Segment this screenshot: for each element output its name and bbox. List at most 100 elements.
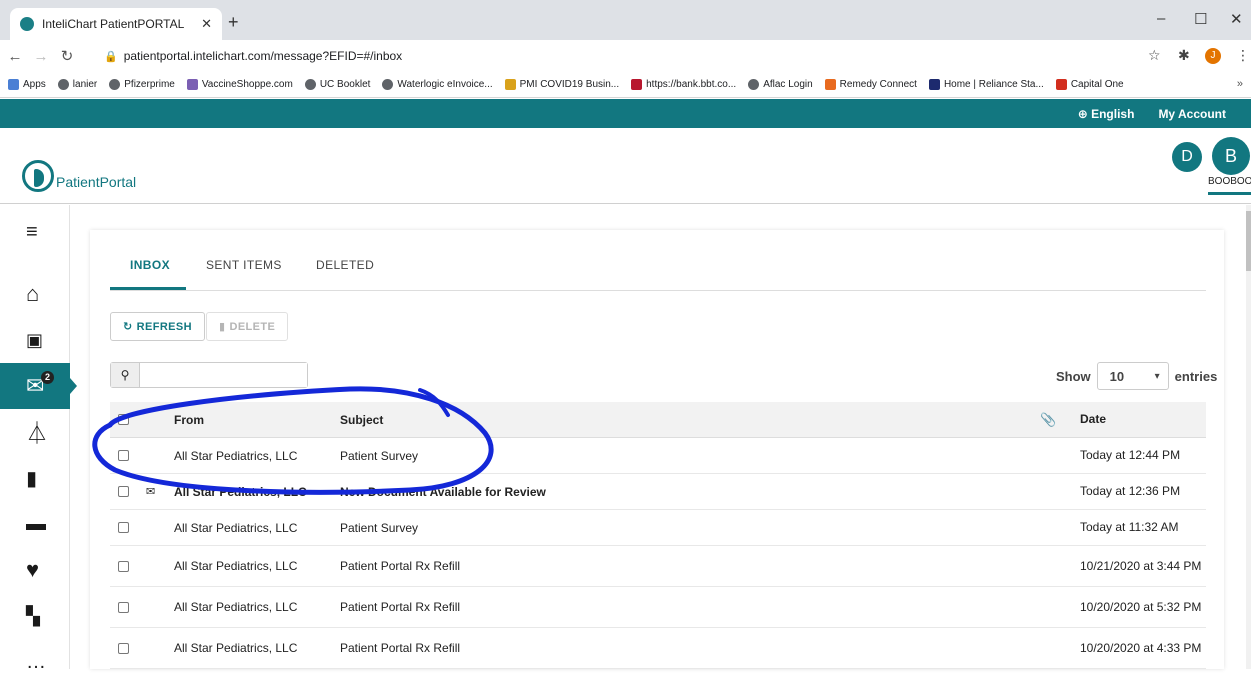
browser-tab[interactable]: InteliChart PatientPORTAL ✕ [10,8,222,40]
avatar-b[interactable]: B [1212,137,1250,175]
row-subject[interactable]: Patient Portal Rx Refill [340,600,460,614]
row-date: 10/20/2020 at 5:32 PM [1080,599,1202,614]
profile-avatar[interactable]: J [1205,48,1221,64]
hamburger-menu-icon[interactable]: ≡ [0,209,70,255]
document-icon[interactable]: ▮ [0,455,70,501]
lab-flask-icon[interactable]: ⏃ [0,409,70,455]
bookmark-bbt[interactable]: https://bank.bbt.co... [631,79,736,90]
tab-sent-items[interactable]: SENT ITEMS [206,258,282,272]
bookmark-vaccineshoppe[interactable]: VaccineShoppe.com [186,79,293,90]
close-tab-icon[interactable]: ✕ [201,16,212,32]
username-label[interactable]: BOOBOO [1208,176,1251,187]
row-checkbox[interactable] [118,486,129,497]
row-subject[interactable]: Patient Survey [340,521,418,535]
select-all-checkbox[interactable] [118,414,129,425]
extensions-icon[interactable]: ✱ [1178,47,1190,64]
row-checkbox[interactable] [118,560,129,572]
row-subject[interactable]: Patient Portal Rx Refill [340,641,460,655]
bookmark-lanier[interactable]: lanier [57,79,97,90]
messages-envelope-icon[interactable]: ✉ 2 [0,363,77,409]
row-checkbox[interactable] [118,522,129,533]
table-row[interactable]: All Star Pediatrics, LLC Patient Survey … [110,438,1206,474]
bookmark-pfizerprime[interactable]: Pfizerprime [109,79,175,90]
row-subject[interactable]: Patient Portal Rx Refill [340,559,460,573]
scrollbar-thumb[interactable] [1246,211,1251,271]
table-row[interactable]: All Star Pediatrics, LLC Patient Portal … [110,546,1206,587]
row-date: Today at 12:36 PM [1080,484,1181,498]
row-from: All Star Pediatrics, LLC [174,559,298,573]
browser-tab-title: InteliChart PatientPORTAL [42,17,185,31]
bookmark-apps[interactable]: Apps [8,79,46,90]
url-text: patientportal.intelichart.com/message?EF… [123,49,403,63]
bookmark-uc-booklet[interactable]: UC Booklet [304,79,370,90]
folder-icon[interactable]: ▬ [0,501,70,547]
bookmark-aflac[interactable]: Aflac Login [748,79,813,90]
row-checkbox[interactable] [118,450,129,461]
refresh-button[interactable]: ↻ REFRESH [110,312,205,341]
active-tab-indicator [110,287,186,290]
more-options-icon[interactable]: … [0,639,70,685]
avatar-d[interactable]: D [1172,142,1202,172]
book-icon[interactable]: ▚ [0,593,70,639]
row-date: Today at 11:32 AM [1080,520,1179,534]
search-input[interactable] [140,363,307,387]
url-field[interactable]: 🔒 patientportal.intelichart.com/message?… [104,45,402,67]
my-account-link[interactable]: My Account [1158,107,1226,121]
row-checkbox[interactable] [118,601,129,613]
row-from: All Star Pediatrics, LLC [174,448,298,463]
remedy-icon [824,79,836,90]
delete-button[interactable]: ▮ DELETE [206,312,289,341]
globe-icon [382,79,394,90]
row-from: All Star Pediatrics, LLC [174,600,298,614]
bookmark-waterlogic[interactable]: Waterlogic eInvoice... [382,79,493,90]
bookmark-capital-one[interactable]: Capital One [1055,79,1124,90]
row-from: All Star Pediatrics, LLC [174,520,298,535]
bookmark-pmi-covid[interactable]: PMI COVID19 Busin... [504,79,619,90]
back-icon[interactable]: ← [4,48,26,65]
entries-label: entries [1174,368,1218,384]
tab-inbox[interactable]: INBOX [130,258,170,272]
maximize-icon[interactable]: ☐ [1194,10,1207,28]
messages-table: From Subject 📎 Date All Star Pediatrics,… [110,402,1206,669]
column-subject[interactable]: Subject [340,413,383,427]
health-heart-icon[interactable]: ♥ [0,547,70,593]
portal-header: PatientPortal D B BOOBOO [0,128,1251,204]
intelichart-favicon-icon [20,17,34,31]
row-subject[interactable]: New Document Available for Review [340,485,546,499]
browser-menu-icon[interactable]: ⋮ [1236,47,1250,64]
row-subject[interactable]: Patient Survey [340,449,418,463]
reload-icon[interactable]: ↻ [56,47,78,65]
calendar-icon[interactable]: ▣ [0,317,70,363]
bookmark-remedy-connect[interactable]: Remedy Connect [824,79,917,90]
unread-envelope-icon: ✉ [146,486,156,498]
row-date: 10/21/2020 at 3:44 PM [1080,558,1202,573]
minimize-icon[interactable]: – [1157,10,1165,27]
bookmark-star-icon[interactable]: ☆ [1148,47,1161,64]
table-row[interactable]: All Star Pediatrics, LLC Patient Portal … [110,628,1206,669]
vaccineshoppe-icon [186,79,198,90]
window-close-icon[interactable]: ✕ [1230,10,1243,28]
patientportal-logo[interactable]: PatientPortal [22,160,136,192]
forward-icon[interactable]: → [30,48,52,65]
show-label: Show [1056,368,1091,384]
bookmark-reliance[interactable]: Home | Reliance Sta... [928,79,1044,90]
table-row[interactable]: ✉ All Star Pediatrics, LLC New Document … [110,474,1206,510]
table-header: From Subject 📎 Date [110,402,1206,438]
language-link[interactable]: ⊕ English [1078,107,1135,121]
column-from[interactable]: From [174,413,204,427]
home-icon[interactable]: ⌂ [0,271,70,317]
column-date[interactable]: Date [1080,413,1206,425]
bookmarks-bar: Apps lanier Pfizerprime VaccineShoppe.co… [0,72,1251,98]
row-checkbox[interactable] [118,642,129,654]
search-icon: ⚲ [111,363,140,387]
row-from: All Star Pediatrics, LLC [174,484,307,499]
trash-icon: ▮ [219,321,226,333]
bookmarks-overflow-icon[interactable]: » [1237,78,1243,90]
tab-deleted[interactable]: DELETED [316,258,374,272]
new-tab-icon[interactable]: + [228,13,239,31]
page-scrollbar[interactable] [1246,205,1251,669]
entries-select[interactable]: 10 ▾ [1096,362,1169,390]
table-row[interactable]: All Star Pediatrics, LLC Patient Portal … [110,587,1206,628]
row-date: 10/20/2020 at 4:33 PM [1080,640,1202,655]
table-row[interactable]: All Star Pediatrics, LLC Patient Survey … [110,510,1206,546]
